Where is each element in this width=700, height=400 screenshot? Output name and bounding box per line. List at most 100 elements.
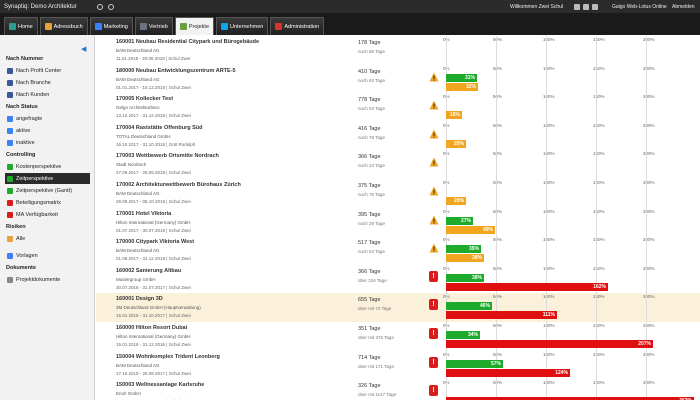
tab-label: Projekte <box>188 23 210 30</box>
project-client: TOTAL Deutschland GmbH <box>116 133 171 139</box>
sidebar-item[interactable]: Projektdokumente <box>5 274 90 285</box>
scale-label: 100% <box>543 94 555 100</box>
warning-icon <box>429 243 439 253</box>
project-row[interactable]: 170005 Kollecker Test Gelgo Architekturbü… <box>96 93 700 124</box>
project-dates: 16.10.2017 - 31.10.2018 | Gott Rudolph <box>116 141 196 147</box>
sidebar-item[interactable]: Nach Profit Center <box>5 65 90 76</box>
tab-unternehmen[interactable]: Unternehmen <box>216 17 269 35</box>
sidebar-item[interactable]: inaktive <box>5 137 90 148</box>
project-row[interactable]: 180000 Neubau Entwicklungszentrum ARTE-5… <box>96 64 700 95</box>
collapse-sidebar-icon[interactable]: ◀ <box>81 45 86 53</box>
tab-home[interactable]: Home <box>4 17 38 35</box>
warning-icon <box>429 157 439 167</box>
error-icon: ! <box>429 270 438 282</box>
project-dates: 01.07.2017 - 30.07.2018 | Schul Zwei <box>116 227 191 233</box>
scale-label: 150% <box>593 37 605 42</box>
sidebar-heading: Risiken <box>6 224 26 230</box>
risk-icon <box>7 235 13 242</box>
gridline <box>596 64 597 95</box>
title-bar: Synaptiq: Demo Architektur Willkommen Zw… <box>0 0 700 13</box>
scale-label: 100% <box>543 237 555 243</box>
progress-bar-time: 20% <box>446 139 466 148</box>
project-client: Enoh GmbH <box>116 391 141 397</box>
project-client: BAM Deutschland AG <box>116 248 160 254</box>
progress-bar-time: 16% <box>446 111 462 120</box>
gridline <box>646 207 647 238</box>
project-row[interactable]: 160002 Sanierung Altbau Mustergroup GmbH 3… <box>96 264 700 295</box>
scale-label: 200% <box>643 151 655 157</box>
project-remaining: noch 29 Tage <box>358 220 385 226</box>
project-client: BAM Deutschland AG <box>116 191 160 196</box>
sidebar-item-label: MA Verfügbarkeit <box>16 211 58 218</box>
tab-adressbuch[interactable]: Adressbuch <box>39 17 88 35</box>
project-remaining: noch 24 Tage <box>358 163 385 169</box>
gridline <box>496 121 497 152</box>
project-row[interactable]: 170002 Architekturwettbewerb Bürohaus Zü… <box>96 179 700 209</box>
sidebar-item[interactable]: Zeitperspektive <box>5 173 90 184</box>
scale-label: 200% <box>643 94 655 100</box>
sidebar-item[interactable]: Vorlagen <box>5 250 90 261</box>
matrix-icon <box>7 199 13 206</box>
scale-label: 150% <box>593 151 605 157</box>
gridline <box>596 150 597 181</box>
progress-bar-overrun: 124% <box>446 368 570 377</box>
project-row[interactable]: 160001 Design 3D 3M Deutschland GmbH (Hau… <box>96 293 700 324</box>
project-row[interactable]: 170001 Hotel Viktoria Hilton Internationa… <box>96 207 700 238</box>
sidebar-item[interactable]: Beteiligungsmatrix <box>5 197 90 208</box>
scale-label: 50% <box>493 151 503 157</box>
tab-label: Administration <box>284 23 320 30</box>
logout-link[interactable]: Abmelden <box>672 4 695 10</box>
warning-icon <box>429 215 439 225</box>
eye-icon[interactable] <box>107 3 114 10</box>
welcome-text: Willkommen Zwei Schul <box>510 3 564 10</box>
tab-marketing[interactable]: Marketing <box>89 17 133 35</box>
tab-administration[interactable]: Administration <box>270 17 325 35</box>
tab-vertrieb[interactable]: Vertrieb <box>134 17 173 35</box>
tab-projekte[interactable]: Projekte <box>174 17 215 35</box>
sidebar-item[interactable]: Zeitperspektive (Gantt) <box>5 185 90 196</box>
window-title: Synaptiq: Demo Architektur <box>4 3 77 10</box>
project-row[interactable]: 170003 Wettbewerb Ortsmitte Nordrach Stad… <box>96 150 700 181</box>
sidebar-item[interactable]: angefragte <box>5 113 90 124</box>
gridline <box>496 64 497 95</box>
gridline <box>546 121 547 152</box>
sidebar-item[interactable]: MA Verfügbarkeit <box>5 209 90 220</box>
sidebar-item[interactable]: Nach Branche <box>5 77 90 88</box>
project-dates: 15.01.2016 - 31.10.2017 | Schul Zwei <box>116 313 191 319</box>
project-row[interactable]: 160001 Neubau Residential Citypark und B… <box>96 36 700 66</box>
gridline <box>646 350 647 381</box>
project-row[interactable]: 150004 Wohnkomplex Trident Leonberg BAM D… <box>96 350 700 381</box>
user-icon[interactable] <box>574 3 580 10</box>
scale-label: 100% <box>543 323 555 328</box>
warning-icon <box>429 186 439 196</box>
sidebar-item[interactable]: Alle <box>5 233 90 244</box>
project-row[interactable]: 170004 Raststätte Offenburg Süd TOTAL Deu… <box>96 121 700 152</box>
status-icon <box>7 139 13 146</box>
progress-scale: 0%50%100%150%200% <box>96 94 700 100</box>
project-row[interactable]: 170000 Citypark Viktoria West BAM Deutsch… <box>96 236 700 267</box>
sidebar-item[interactable]: Kostenperspektive <box>5 161 90 172</box>
progress-bar-overrun: 207% <box>446 340 653 348</box>
project-row[interactable]: 160000 Hilton Resort Dubai Hilton Interna… <box>96 322 700 352</box>
scale-label: 200% <box>643 237 655 243</box>
settings-icon[interactable] <box>592 3 598 10</box>
scale-label: 150% <box>593 122 605 128</box>
gridline <box>546 150 547 181</box>
sidebar-item[interactable]: aktive <box>5 125 90 136</box>
gridline <box>546 179 547 209</box>
mail-icon[interactable] <box>583 3 589 10</box>
project-row[interactable]: 150003 Wellnessanlage Karlsruhe Enoh GmbH… <box>96 379 700 400</box>
gridline <box>646 93 647 124</box>
gridline <box>646 264 647 295</box>
sidebar-item-label: Nach Branche <box>16 79 51 86</box>
sidebar-heading: Controlling <box>6 152 36 158</box>
sidebar-item[interactable]: Nach Kunden <box>5 89 90 100</box>
home-icon <box>9 23 16 30</box>
project-dates: 27.09.2017 - 28.09.2018 | Schul Zwei <box>116 170 191 176</box>
sidebar-item-label: inaktive <box>16 139 35 146</box>
tab-label: Unternehmen <box>230 23 264 30</box>
refresh-icon[interactable] <box>96 3 103 10</box>
sidebar-item-label: Nach Kunden <box>16 91 50 98</box>
scale-label: 50% <box>493 323 503 328</box>
project-remaining: über mit 376 Tage <box>358 335 394 340</box>
